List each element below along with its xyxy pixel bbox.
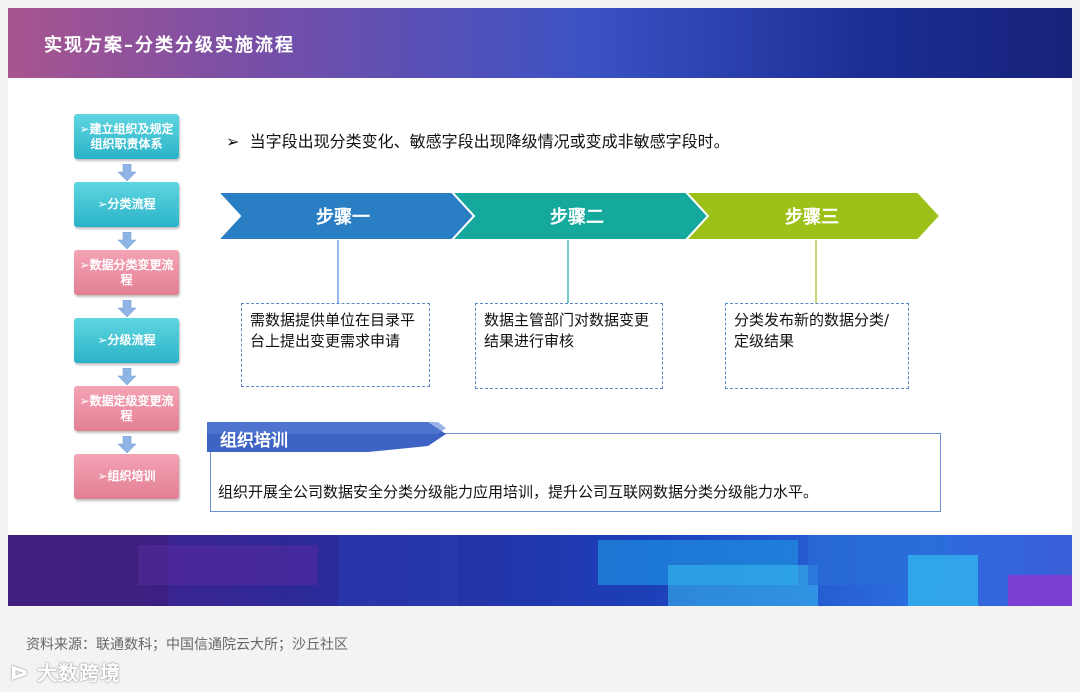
training-title: 组织培训 <box>220 431 288 451</box>
footer-block <box>908 555 978 606</box>
training-tab <box>207 422 446 452</box>
footer-block <box>1008 575 1072 606</box>
footer-banner <box>8 535 1072 606</box>
footer-block <box>668 565 818 606</box>
brand-logo: ᐅ 大数跨境 <box>10 657 121 686</box>
footer-block <box>138 545 318 585</box>
slide: 实现方案–分类分级实施流程 ➢建立组织及规定组织职责体系 ➢分类流程 ➢数据分类… <box>8 8 1072 606</box>
source-note: 资料来源：联通数科；中国信通院云大所；沙丘社区 <box>26 637 348 653</box>
footer-block <box>338 535 458 606</box>
training-text: 组织开展全公司数据安全分类分级能力应用培训，提升公司互联网数据分类分级能力水平。 <box>218 483 819 501</box>
logo-text: 大数跨境 <box>37 661 122 685</box>
logo-icon: ᐅ <box>10 661 38 685</box>
